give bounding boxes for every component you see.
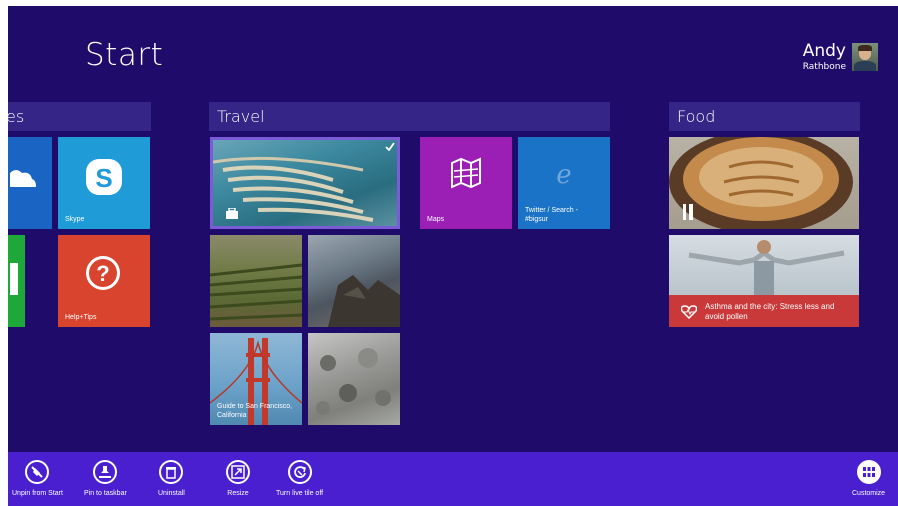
cloud-icon: [10, 170, 36, 187]
group-header-food[interactable]: Food: [669, 102, 860, 131]
unpin-from-start-button[interactable]: Unpin from Start: [12, 460, 63, 497]
group-header-travel[interactable]: Travel: [209, 102, 610, 131]
unpin-icon: [31, 466, 44, 478]
resize-label: Resize: [227, 490, 249, 497]
uninstall-label: Uninstall: [158, 490, 185, 497]
palm-island-image: [213, 156, 374, 222]
customize-icon: [862, 467, 875, 477]
page-title: Start: [85, 37, 164, 73]
turn-live-tile-off-button[interactable]: Turn live tile off: [276, 460, 323, 497]
unpin-from-start-label: Unpin from Start: [12, 490, 63, 497]
pin-to-taskbar-button[interactable]: Pin to taskbar: [84, 460, 127, 497]
tile-health[interactable]: Asthma and the city: Stress less and avo…: [669, 235, 859, 327]
tile-label: Maps: [427, 216, 445, 223]
trash-icon: [166, 467, 177, 479]
user-last-name: Rathbone: [802, 62, 846, 72]
tile-label: Help+Tips: [65, 314, 97, 321]
customize-button[interactable]: Customize: [852, 460, 885, 497]
svg-text:S: S: [95, 163, 112, 193]
resize-button[interactable]: Resize: [226, 460, 250, 497]
coast-image: [328, 275, 400, 327]
start-screen: Start Andy Rathbone es Travel Food S Sky…: [8, 6, 898, 506]
suitcase-icon: [226, 208, 238, 219]
tile-vineyard[interactable]: [210, 235, 302, 327]
uninstall-button[interactable]: Uninstall: [158, 460, 185, 497]
avatar: [852, 43, 878, 71]
tile-onedrive[interactable]: [8, 137, 52, 229]
user-first-name: Andy: [802, 41, 846, 61]
tile-big-sur[interactable]: [308, 235, 400, 327]
svg-text:e: e: [556, 160, 571, 187]
tile-label: Guide to San Francisco, California: [217, 403, 293, 419]
vineyard-image: [210, 263, 302, 321]
tile-desert[interactable]: [308, 333, 400, 425]
tile-ie-twitter[interactable]: e Twitter / Search - #bigsur: [518, 137, 610, 229]
svg-text:?: ?: [96, 261, 109, 286]
utensils-icon: [683, 204, 693, 220]
live-tile-icon: [293, 466, 306, 478]
question-icon: ?: [86, 256, 120, 290]
tile-store[interactable]: [8, 235, 25, 327]
tile-san-francisco[interactable]: Guide to San Francisco, California: [210, 333, 302, 425]
resize-icon: [231, 465, 245, 479]
user-account[interactable]: Andy Rathbone: [803, 43, 878, 72]
pin-to-taskbar-label: Pin to taskbar: [84, 490, 127, 497]
customize-label: Customize: [852, 490, 886, 497]
turn-live-tile-off-label: Turn live tile off: [276, 490, 324, 497]
tile-travel-selected[interactable]: [210, 137, 400, 229]
tile-maps[interactable]: Maps: [420, 137, 512, 229]
app-bar: Unpin from Start Pin to taskbar Uninstal…: [8, 452, 898, 506]
rocks-image: [316, 348, 391, 415]
tile-label: Twitter / Search - #bigsur: [525, 207, 578, 223]
tile-skype[interactable]: S Skype: [58, 137, 150, 229]
pie-image: [669, 137, 853, 229]
group-header-games[interactable]: es: [8, 102, 151, 131]
user-name: Andy Rathbone: [803, 43, 846, 72]
tile-label: Skype: [65, 216, 85, 223]
map-icon: [451, 157, 481, 189]
checkmark-icon: [385, 142, 395, 151]
heart-icon: [681, 305, 697, 319]
health-photo: [669, 235, 859, 295]
skype-icon: S: [86, 159, 122, 195]
tile-help[interactable]: ? Help+Tips: [58, 235, 150, 327]
tile-food[interactable]: [669, 137, 859, 229]
internet-explorer-icon: e: [556, 160, 571, 187]
pin-taskbar-icon: [99, 466, 112, 478]
store-icon: [10, 263, 18, 295]
tile-label: Asthma and the city: Stress less and avo…: [705, 302, 835, 321]
